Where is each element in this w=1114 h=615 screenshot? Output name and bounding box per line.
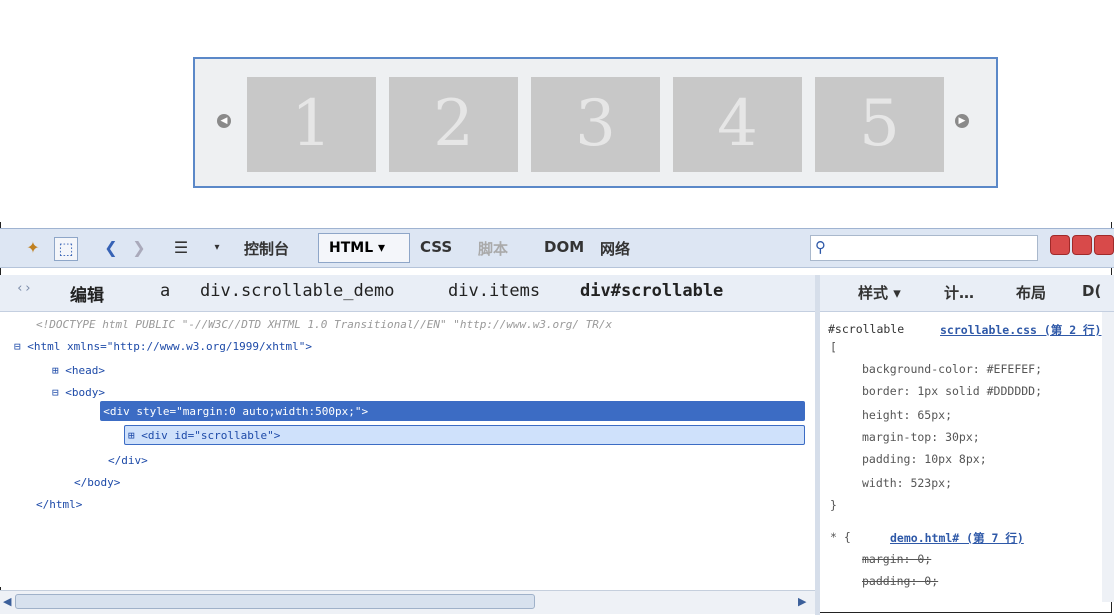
css-prop[interactable]: height: 65px; bbox=[862, 408, 952, 422]
css-vertical-scrollbar[interactable] bbox=[1102, 312, 1114, 602]
body-node[interactable]: ⊟ <body> bbox=[52, 386, 105, 399]
rendered-page: ◀ 1 2 3 4 5 ▶ bbox=[0, 0, 1114, 222]
body-close-node: </body> bbox=[74, 476, 121, 489]
html-close-node: </html> bbox=[36, 498, 83, 511]
maximize-icon[interactable] bbox=[1072, 235, 1092, 255]
css-prop-overridden[interactable]: padding: 0; bbox=[862, 574, 938, 588]
devtools-toolbar: ✦ ⬚ ❮ ❯ ☰ ▾ 控制台 HTML ▾ CSS 脚本 DOM 网络 ⚲ bbox=[0, 228, 1114, 268]
next-arrow-icon[interactable]: ▶ bbox=[955, 114, 969, 128]
css-prop[interactable]: background-color: #EFEFEF; bbox=[862, 362, 1042, 376]
tab-layout[interactable]: 布局 bbox=[1016, 282, 1046, 303]
breadcrumb-item-current[interactable]: div#scrollable bbox=[580, 281, 723, 301]
html-node[interactable]: ⊟ <html xmlns="http://www.w3.org/1999/xh… bbox=[14, 340, 312, 353]
css-prop-overridden[interactable]: margin: 0; bbox=[862, 552, 931, 566]
back-icon[interactable]: ❮ bbox=[100, 237, 122, 259]
css-brace-open: [ bbox=[830, 340, 837, 354]
css-source-link[interactable]: scrollable.css (第 2 行) bbox=[940, 322, 1101, 338]
edit-button[interactable]: 编辑 bbox=[70, 281, 104, 306]
dropdown-icon[interactable]: ▾ bbox=[206, 237, 228, 259]
search-input[interactable]: ⚲ bbox=[810, 235, 1038, 261]
div-scrollable-node[interactable]: ⊞ <div id="scrollable"> bbox=[128, 429, 280, 442]
scroll-left-arrow-icon[interactable]: ◀ bbox=[3, 595, 11, 608]
scrollbar-thumb[interactable] bbox=[15, 594, 535, 609]
head-node[interactable]: ⊞ <head> bbox=[52, 364, 105, 377]
scroll-right-arrow-icon[interactable]: ▶ bbox=[798, 595, 806, 608]
minimize-icon[interactable] bbox=[1050, 235, 1070, 255]
tab-css[interactable]: CSS bbox=[420, 238, 452, 256]
breadcrumb-item[interactable]: div.scrollable_demo bbox=[200, 281, 394, 301]
tab-dom-side[interactable]: D( bbox=[1082, 282, 1101, 300]
breadcrumb-item[interactable]: div.items bbox=[448, 281, 540, 301]
html-tree-pane: <!DOCTYPE html PUBLIC "-//W3C//DTD XHTML… bbox=[0, 312, 815, 587]
tab-network[interactable]: 网络 bbox=[600, 238, 630, 259]
firebug-icon[interactable]: ✦ bbox=[22, 237, 44, 259]
scroll-item: 2 bbox=[389, 77, 518, 172]
css-style-pane: #scrollable scrollable.css (第 2 行) [ bac… bbox=[820, 312, 1102, 602]
menu-icon[interactable]: ☰ bbox=[170, 237, 192, 259]
scroll-left-icon[interactable]: ‹› bbox=[16, 281, 32, 296]
forward-icon[interactable]: ❯ bbox=[128, 237, 150, 259]
close-icon[interactable] bbox=[1094, 235, 1114, 255]
scroll-item: 4 bbox=[673, 77, 802, 172]
scroll-item: 5 bbox=[815, 77, 944, 172]
scrollable-demo: ◀ 1 2 3 4 5 ▶ bbox=[193, 57, 998, 188]
doctype-line: <!DOCTYPE html PUBLIC "-//W3C//DTD XHTML… bbox=[36, 318, 613, 331]
css-source-link-2[interactable]: demo.html# (第 7 行) bbox=[890, 530, 1024, 546]
html-horizontal-scrollbar[interactable]: ◀ ▶ bbox=[0, 590, 815, 614]
div-node-selected[interactable]: ⊟ <div style="margin:0 auto;width:500px;… bbox=[90, 405, 368, 418]
css-brace-close: } bbox=[830, 498, 837, 512]
breadcrumb: ‹› 编辑 a div.scrollable_demo div.items di… bbox=[0, 275, 815, 312]
breadcrumb-item[interactable]: a bbox=[160, 281, 170, 301]
css-prop[interactable]: width: 523px; bbox=[862, 476, 952, 490]
div-close-node: </div> bbox=[108, 454, 148, 467]
css-prop[interactable]: padding: 10px 8px; bbox=[862, 452, 987, 466]
prev-arrow-icon[interactable]: ◀ bbox=[217, 114, 231, 128]
search-icon: ⚲ bbox=[815, 238, 826, 256]
side-panel-tabs: 样式 ▾ 计… 布局 D( bbox=[820, 275, 1114, 312]
tab-console[interactable]: 控制台 bbox=[244, 238, 289, 259]
inspect-icon[interactable]: ⬚ bbox=[54, 237, 78, 261]
tab-html[interactable]: HTML ▾ bbox=[318, 233, 410, 263]
tab-computed[interactable]: 计… bbox=[944, 282, 974, 303]
css-prop[interactable]: margin-top: 30px; bbox=[862, 430, 980, 444]
tab-script[interactable]: 脚本 bbox=[478, 238, 508, 259]
css-selector-2: * { bbox=[830, 530, 851, 544]
scroll-item: 1 bbox=[247, 77, 376, 172]
css-prop[interactable]: border: 1px solid #DDDDDD; bbox=[862, 384, 1042, 398]
scroll-item: 3 bbox=[531, 77, 660, 172]
tab-style[interactable]: 样式 ▾ bbox=[858, 282, 901, 303]
css-selector: #scrollable bbox=[828, 322, 905, 336]
tab-dom[interactable]: DOM bbox=[544, 238, 584, 256]
